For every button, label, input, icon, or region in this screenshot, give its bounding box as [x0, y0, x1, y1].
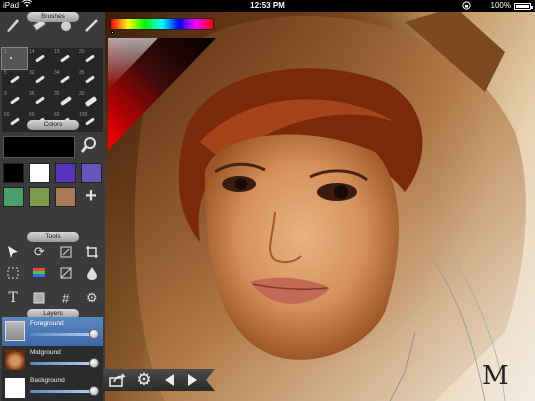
brush-size-option[interactable]: 34	[52, 69, 77, 90]
layer-name: Background	[30, 377, 65, 384]
brushes-section-tab[interactable]: Brushes	[27, 12, 79, 22]
add-color-icon[interactable]: +	[82, 185, 100, 207]
eyedropper-magnifier-icon[interactable]	[80, 136, 98, 154]
settings-gear-icon[interactable]: ⚙	[83, 289, 101, 307]
saturation-value-triangle[interactable]	[108, 38, 216, 150]
brush-size-option[interactable]: 50	[2, 111, 27, 132]
undo-arrow-icon[interactable]	[158, 369, 180, 391]
color-swatch-green[interactable]	[3, 187, 24, 207]
brush-size-option[interactable]: 100	[77, 111, 102, 132]
layer-thumbnail	[5, 378, 25, 398]
color-swatch-black[interactable]	[3, 163, 24, 183]
layer-opacity-slider[interactable]	[30, 390, 96, 393]
layer-opacity-slider[interactable]	[30, 362, 96, 365]
layer-row-background[interactable]: Background	[2, 374, 103, 401]
colors-section-tab[interactable]: Colors	[27, 120, 79, 130]
text-tool-icon[interactable]: T	[4, 289, 22, 307]
grid-icon[interactable]: #	[57, 289, 75, 307]
transform-icon[interactable]	[57, 243, 75, 261]
brush-size-option[interactable]: 35	[77, 69, 102, 90]
layer-name: Midground	[30, 349, 61, 356]
marquee-select-icon[interactable]	[4, 264, 22, 282]
brush-size-option[interactable]: 35	[52, 90, 77, 111]
hue-marker[interactable]	[111, 31, 114, 34]
current-color-well[interactable]	[3, 136, 75, 158]
status-bar: iPad 12:53 PM 100%	[0, 0, 535, 12]
brush-size-option[interactable]: 9	[2, 90, 27, 111]
fill-drop-icon[interactable]	[83, 264, 101, 282]
redo-arrow-icon[interactable]	[182, 369, 204, 391]
hue-spectrum-bar[interactable]	[110, 18, 214, 30]
brush-size-option[interactable]: 5	[2, 69, 27, 90]
color-adjust-icon[interactable]	[30, 264, 48, 282]
color-swatch-white[interactable]	[29, 163, 50, 183]
battery-percent: 100%	[490, 1, 511, 10]
brush-icon[interactable]	[4, 16, 22, 34]
clock: 12:53 PM	[250, 1, 285, 10]
layer-opacity-knob[interactable]	[89, 358, 99, 368]
layer-thumbnail	[5, 350, 25, 370]
battery-icon	[514, 3, 533, 10]
settings-gear-icon[interactable]: ⚙	[133, 369, 155, 391]
color-swatch-purple[interactable]	[81, 163, 102, 183]
brush-size-option[interactable]: 30	[77, 90, 102, 111]
brush-size-option[interactable]: 32	[27, 69, 52, 90]
color-swatch-olive[interactable]	[29, 187, 50, 207]
layer-opacity-knob[interactable]	[89, 329, 99, 339]
brush-size-option[interactable]: 20	[77, 48, 102, 69]
brush-size-option[interactable]: 14	[27, 48, 52, 69]
layer-opacity-slider[interactable]	[30, 333, 96, 336]
artist-signature: M	[482, 361, 509, 391]
rotate-icon[interactable]: ⟳	[30, 243, 48, 261]
share-export-icon[interactable]	[107, 369, 129, 391]
layer-row-midground[interactable]: Midground	[2, 346, 103, 377]
tools-panel: Brushes 1 14 19 20 5 32 34 35 9 36 35 30…	[0, 12, 105, 401]
layer-fill-icon[interactable]	[30, 289, 48, 307]
brush-size-option[interactable]: 19	[52, 48, 77, 69]
layer-thumbnail	[5, 321, 25, 341]
brush-size-option[interactable]: 36	[27, 90, 52, 111]
layer-name: Foreground	[30, 320, 64, 327]
gradient-icon[interactable]	[57, 264, 75, 282]
color-swatch-violet[interactable]	[55, 163, 76, 183]
layer-opacity-knob[interactable]	[89, 386, 99, 396]
layer-row-foreground[interactable]: Foreground	[2, 317, 103, 348]
color-swatch-brown[interactable]	[55, 187, 76, 207]
brush-size-option[interactable]: 1	[1, 47, 28, 70]
crop-icon[interactable]	[83, 243, 101, 261]
select-arrow-icon[interactable]	[4, 243, 22, 261]
pencil-icon[interactable]	[83, 16, 101, 34]
